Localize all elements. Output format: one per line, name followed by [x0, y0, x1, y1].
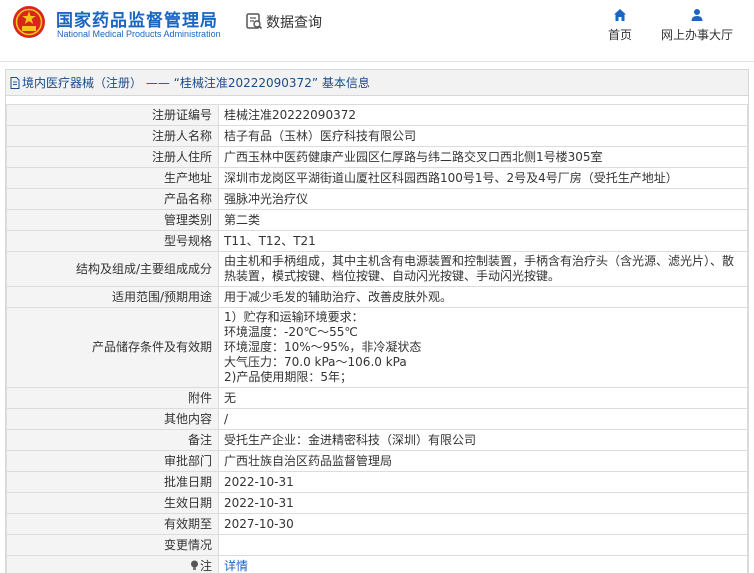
field-value: 用于减少毛发的辅助治疗、改善皮肤外观。 — [218, 286, 748, 308]
field-value: 桔子有品（玉林）医疗科技有限公司 — [218, 125, 748, 147]
table-row: 适用范围/预期用途 用于减少毛发的辅助治疗、改善皮肤外观。 — [6, 286, 748, 308]
field-label: 注 — [199, 558, 212, 573]
field-value: T11、T12、T21 — [218, 230, 748, 252]
note-label-cell: 注 — [6, 555, 219, 573]
field-value — [218, 534, 748, 556]
table-row: 审批部门 广西壮族自治区药品监督管理局 — [6, 450, 748, 472]
table-row: 生产地址 深圳市龙岗区平湖街道山厦社区科园西路100号1号、2号及4号厂房（受托生… — [6, 167, 748, 189]
panel-title-text: 境内医疗器械（注册） —— “桂械注准20222090372” 基本信息 — [22, 76, 370, 90]
field-value: 受托生产企业：金进精密科技（深圳）有限公司 — [218, 429, 748, 451]
table-row: 产品储存条件及有效期 1）贮存和运输环境要求： 环境温度：-20℃～55℃ 环境湿… — [6, 307, 748, 388]
field-value: 2027-10-30 — [218, 513, 748, 535]
detail-panel: 境内医疗器械（注册） —— “桂械注准20222090372” 基本信息 注册证… — [5, 69, 749, 573]
field-label: 注册人名称 — [6, 125, 219, 147]
table-row: 注册证编号 桂械注准20222090372 — [6, 104, 748, 126]
field-label: 审批部门 — [6, 450, 219, 472]
table-row: 备注 受托生产企业：金进精密科技（深圳）有限公司 — [6, 429, 748, 451]
field-value: 广西壮族自治区药品监督管理局 — [218, 450, 748, 472]
field-value: 第二类 — [218, 209, 748, 231]
field-value: 桂械注准20222090372 — [218, 104, 748, 126]
field-value: 1）贮存和运输环境要求： 环境温度：-20℃～55℃ 环境湿度：10%～95%，… — [218, 307, 748, 388]
user-icon — [691, 9, 703, 21]
field-label: 产品名称 — [6, 188, 219, 210]
field-label: 注册人住所 — [6, 146, 219, 168]
lightbulb-icon — [190, 560, 198, 570]
note-value-cell: 详情 — [218, 555, 748, 573]
field-label: 批准日期 — [6, 471, 219, 493]
database-icon — [246, 13, 263, 30]
field-label: 生产地址 — [6, 167, 219, 189]
nav-home-label: 首页 — [607, 28, 632, 42]
table-row: 有效期至 2027-10-30 — [6, 513, 748, 535]
table-row: 批准日期 2022-10-31 — [6, 471, 748, 493]
site-header: 国家药品监督管理局 National Medical Products Admi… — [0, 0, 754, 62]
org-name-en: National Medical Products Administration — [57, 29, 221, 39]
document-icon — [10, 77, 20, 89]
nav-online-service-hall[interactable]: 网上办事大厅 — [658, 8, 736, 43]
field-value: 强脉冲光治疗仪 — [218, 188, 748, 210]
panel-title: 境内医疗器械（注册） —— “桂械注准20222090372” 基本信息 — [6, 70, 748, 96]
field-label: 其他内容 — [6, 408, 219, 430]
field-label: 生效日期 — [6, 492, 219, 514]
table-row: 型号规格 T11、T12、T21 — [6, 230, 748, 252]
table-row: 附件无 — [6, 387, 748, 409]
field-value: 2022-10-31 — [218, 492, 748, 514]
field-label: 有效期至 — [6, 513, 219, 535]
nav-home[interactable]: 首页 — [605, 8, 635, 43]
page-title: 数据查询 — [266, 15, 322, 31]
org-name-cn[interactable]: 国家药品监督管理局 — [56, 6, 218, 31]
table-row: 生效日期 2022-10-31 — [6, 492, 748, 514]
field-label: 备注 — [6, 429, 219, 451]
table-row: 其他内容 / — [6, 408, 748, 430]
field-label: 结构及组成/主要组成成分 — [6, 251, 219, 287]
table-row: 注册人名称 桔子有品（玉林）医疗科技有限公司 — [6, 125, 748, 147]
home-icon — [614, 9, 626, 21]
nav-hall-label: 网上办事大厅 — [660, 28, 733, 42]
national-emblem-icon — [13, 6, 45, 38]
table-row: 结构及组成/主要组成成分 由主机和手柄组成，其中主机含有电源装置和控制装置，手柄含… — [6, 251, 748, 287]
field-value: 由主机和手柄组成，其中主机含有电源装置和控制装置，手柄含有治疗头（含光源、滤光片… — [218, 251, 748, 287]
field-label: 产品储存条件及有效期 — [6, 307, 219, 388]
table-row: 注册人住所 广西玉林中医药健康产业园区仁厚路与纬二路交叉口西北侧1号楼305室 — [6, 146, 748, 168]
details-link[interactable]: 详情 — [224, 559, 248, 573]
field-value: 广西玉林中医药健康产业园区仁厚路与纬二路交叉口西北侧1号楼305室 — [218, 146, 748, 168]
table-row: 管理类别 第二类 — [6, 209, 748, 231]
field-label: 注册证编号 — [6, 104, 219, 126]
table-row: 变更情况 — [6, 534, 748, 556]
field-label: 适用范围/预期用途 — [6, 286, 219, 308]
field-value: 2022-10-31 — [218, 471, 748, 493]
field-label: 型号规格 — [6, 230, 219, 252]
table-row: 注 详情 — [6, 555, 748, 573]
table-row: 产品名称 强脉冲光治疗仪 — [6, 188, 748, 210]
field-label: 附件 — [6, 387, 219, 409]
field-value: 无 — [218, 387, 748, 409]
field-value: 深圳市龙岗区平湖街道山厦社区科园西路100号1号、2号及4号厂房（受托生产地址） — [218, 167, 748, 189]
field-value: / — [218, 408, 748, 430]
field-label: 变更情况 — [6, 534, 219, 556]
registration-info-table: 注册证编号 桂械注准20222090372 注册人名称 桔子有品（玉林）医疗科技有限… — [6, 104, 748, 573]
field-label: 管理类别 — [6, 209, 219, 231]
